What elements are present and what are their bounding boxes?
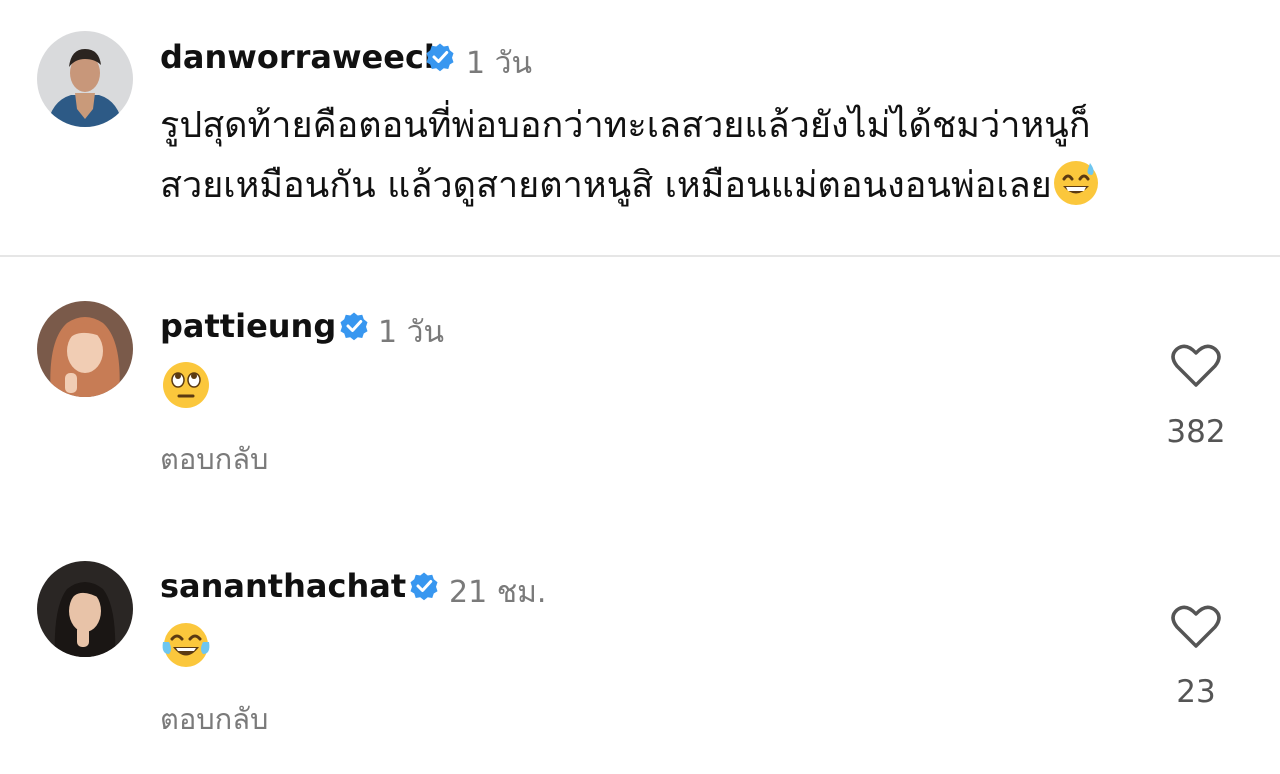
like-count: 382 xyxy=(1166,414,1226,450)
tears-of-joy-emoji-icon xyxy=(162,623,210,667)
comment-timestamp: 1 วัน xyxy=(378,315,444,350)
comment-avatar[interactable] xyxy=(37,561,133,657)
heart-like-icon[interactable] xyxy=(1171,342,1221,388)
post-timestamp: 1 วัน xyxy=(466,46,532,81)
reply-button[interactable]: ตอบกลับ xyxy=(160,696,268,742)
caption-line-2-text: สวยเหมือนกัน แล้วดูสายตาหนูสิ เหมือนแม่ต… xyxy=(160,165,1052,206)
comment-timestamp: 21 ชม. xyxy=(449,575,547,610)
caption-line-1: รูปสุดท้ายคือตอนที่พ่อบอกว่าทะเลสวยแล้วย… xyxy=(160,105,1091,146)
post-author-username[interactable]: danworraweech xyxy=(160,38,447,76)
divider xyxy=(0,255,1280,257)
verified-badge-icon xyxy=(426,43,454,72)
comment-username[interactable]: pattieung xyxy=(160,307,336,345)
post-caption: รูปสุดท้ายคือตอนที่พ่อบอกว่าทะเลสวยแล้วย… xyxy=(160,96,1240,226)
caption-line-2: สวยเหมือนกัน แล้วดูสายตาหนูสิ เหมือนแม่ต… xyxy=(160,156,1240,226)
comment-avatar[interactable] xyxy=(37,301,133,397)
heart-like-icon[interactable] xyxy=(1171,603,1221,649)
eye-roll-emoji-icon xyxy=(163,362,209,408)
comments-screen: danworraweech 1 วัน รูปสุดท้ายคือตอนที่พ… xyxy=(0,0,1280,774)
verified-badge-icon xyxy=(410,572,438,601)
like-count: 23 xyxy=(1176,674,1216,710)
verified-badge-icon xyxy=(340,312,368,341)
post-author-avatar[interactable] xyxy=(37,31,133,127)
reply-button[interactable]: ตอบกลับ xyxy=(160,436,268,482)
sweat-smile-emoji-icon xyxy=(1052,159,1100,226)
comment-username[interactable]: sananthachat xyxy=(160,567,406,605)
